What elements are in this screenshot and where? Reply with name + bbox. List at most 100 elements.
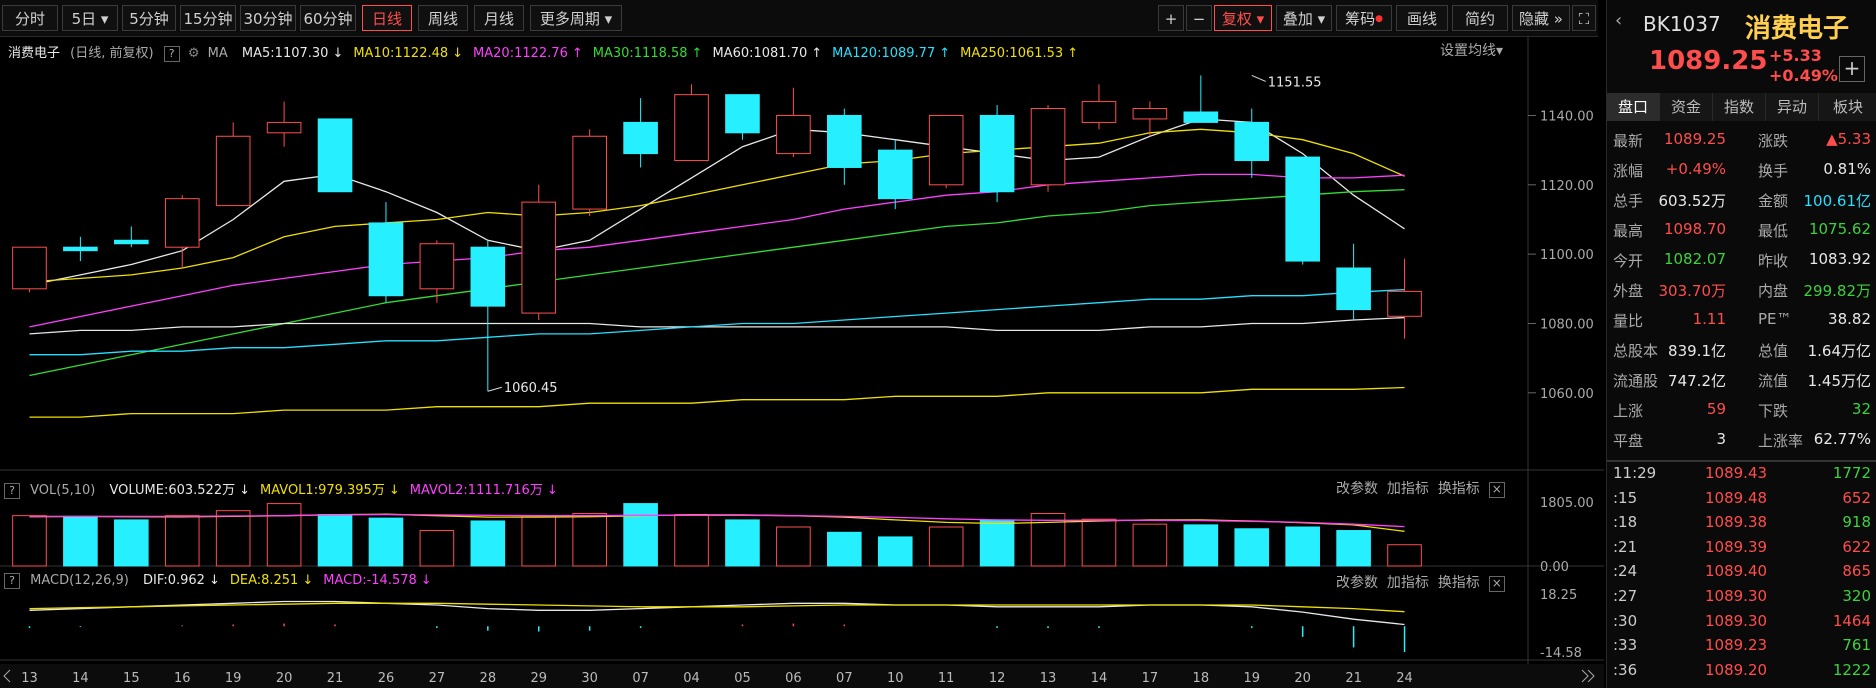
period-tab-daily[interactable]: 日线 [362, 5, 412, 31]
tick-time: :33 [1613, 636, 1638, 655]
hide-button[interactable]: 隐藏 » [1512, 5, 1570, 31]
candle-body [215, 135, 251, 207]
volume-bar [215, 510, 251, 567]
tick-time: :27 [1613, 587, 1638, 605]
quote-label: 换手 [1758, 162, 1789, 180]
overlay-button[interactable]: 叠加 ▾ [1276, 5, 1332, 31]
candlestick-chart[interactable]: 1151.55 1060.45 1140.00 1120.00 1100.00 1080… [0, 36, 1604, 688]
period-tab-60min[interactable]: 60分钟 [300, 5, 356, 31]
volume-bar [266, 503, 302, 567]
volume-bar [317, 514, 353, 567]
quote-row: 流通股 747.2亿 流值 1.45万亿 [1613, 370, 1871, 391]
quote-label: 涨跌 [1758, 132, 1789, 150]
vol-tick-label: 1805.00 [1540, 496, 1594, 511]
quote-value: 603.52万 [1658, 192, 1727, 210]
period-tab-monthly[interactable]: 月线 [474, 5, 524, 31]
candle-body [827, 114, 862, 168]
quote-row: 平盘 3 上涨率 62.77% [1613, 430, 1871, 451]
candle-body [776, 114, 811, 155]
period-tab-5min[interactable]: 5分钟 [122, 5, 176, 31]
tick-volume: 1464 [1832, 611, 1871, 630]
simple-button[interactable]: 简约 [1452, 5, 1508, 31]
volume-bar [164, 515, 200, 567]
chevron-down-icon: ▾ [100, 10, 109, 28]
date-label: 04 [683, 671, 700, 686]
draw-line-button[interactable]: 画线 [1396, 5, 1448, 31]
tick-volume: 320 [1842, 587, 1871, 605]
hide-label: 隐藏 [1519, 10, 1550, 28]
volume-bar [1183, 524, 1219, 567]
candle-body [725, 94, 760, 134]
quote-label: 总值 [1758, 342, 1789, 360]
tab-sectors[interactable]: 板块 [1819, 93, 1876, 121]
zoom-out-button[interactable]: − [1186, 5, 1212, 31]
tick-row: :24 1089.40 865 [1613, 562, 1871, 582]
candle-body [1387, 290, 1422, 317]
quote-value: 839.1亿 [1668, 342, 1726, 360]
volume-bar [776, 526, 811, 567]
quote-label: 昨收 [1758, 252, 1789, 270]
candle-body [1081, 101, 1117, 123]
dea-line [29, 602, 1405, 613]
price-tick-label: 1120.00 [1540, 179, 1594, 194]
quote-value: 1075.62 [1808, 220, 1871, 238]
period-tab-5day[interactable]: 5日 ▾ [62, 5, 118, 31]
date-label: 18 [1193, 671, 1210, 686]
annotation-pointer [1251, 74, 1266, 82]
quote-panel: ‹ BK1037 消费电子 1089.25 +5.33 +0.49% + 盘口 … [1606, 0, 1876, 688]
period-tab-15min[interactable]: 15分钟 [180, 5, 236, 31]
candle-body [12, 246, 47, 290]
tick-volume: 1772 [1832, 464, 1871, 482]
tick-volume: 652 [1842, 488, 1871, 507]
red-dot-icon: ● [1375, 14, 1383, 24]
tick-price: 1089.38 [1705, 513, 1768, 532]
candle-body [979, 114, 1015, 193]
fullscreen-icon[interactable]: ⛶ [1572, 5, 1596, 31]
period-tab-30min[interactable]: 30分钟 [240, 5, 296, 31]
period-tab-weekly[interactable]: 周线 [418, 5, 468, 31]
tab-orderbook[interactable]: 盘口 [1607, 93, 1660, 121]
quote-label: 平盘 [1613, 432, 1644, 450]
date-label: 16 [174, 671, 191, 686]
macd-tick-label: -14.58 [1540, 646, 1582, 661]
quote-value: 1098.70 [1663, 220, 1726, 238]
candle-body [877, 149, 913, 200]
period-tab-intraday[interactable]: 分时 [2, 5, 58, 31]
period-tab-more-label: 更多周期 [539, 10, 600, 28]
tick-price: 1089.20 [1705, 660, 1768, 679]
candle-body [470, 246, 506, 307]
date-label: 13 [21, 671, 38, 686]
quote-row: 涨幅 +0.49% 换手 0.81% [1613, 160, 1871, 181]
add-watchlist-icon[interactable]: + [1839, 56, 1865, 82]
chips-button[interactable]: 筹码● [1336, 5, 1392, 31]
tab-index[interactable]: 指数 [1713, 93, 1766, 121]
period-tab-more[interactable]: 更多周期 ▾ [530, 5, 622, 31]
quote-row: 量比 1.11 PE™ 38.82 [1613, 310, 1871, 331]
current-price: 1089.25 [1649, 46, 1768, 76]
adjust-button[interactable]: 复权 ▾ [1214, 5, 1272, 31]
quote-value: 32 [1851, 400, 1871, 418]
volume-bar [368, 517, 404, 567]
quote-label: PE™ [1758, 310, 1792, 328]
zoom-in-button[interactable]: + [1158, 5, 1184, 31]
date-label: 21 [327, 671, 344, 686]
candle-body [1336, 267, 1371, 311]
volume-bar [1081, 518, 1117, 567]
quote-value: 100.61亿 [1803, 192, 1872, 210]
volume-bar [1285, 526, 1320, 567]
tab-alerts[interactable]: 异动 [1766, 93, 1819, 121]
candle-body [317, 118, 353, 193]
candle-body [419, 243, 455, 290]
back-chevron-icon[interactable]: ‹ [1615, 10, 1622, 31]
divider [1607, 460, 1876, 462]
candle-body [368, 222, 404, 297]
quote-label: 上涨率 [1758, 432, 1804, 450]
quote-value: 747.2亿 [1668, 372, 1726, 390]
tick-volume: 865 [1842, 562, 1871, 581]
volume-bar [572, 513, 607, 567]
quote-label: 最高 [1613, 222, 1644, 240]
date-label: 14 [72, 671, 89, 686]
volume-bar [470, 520, 506, 567]
tab-capital[interactable]: 资金 [1660, 93, 1713, 121]
quote-label: 流通股 [1613, 372, 1659, 390]
